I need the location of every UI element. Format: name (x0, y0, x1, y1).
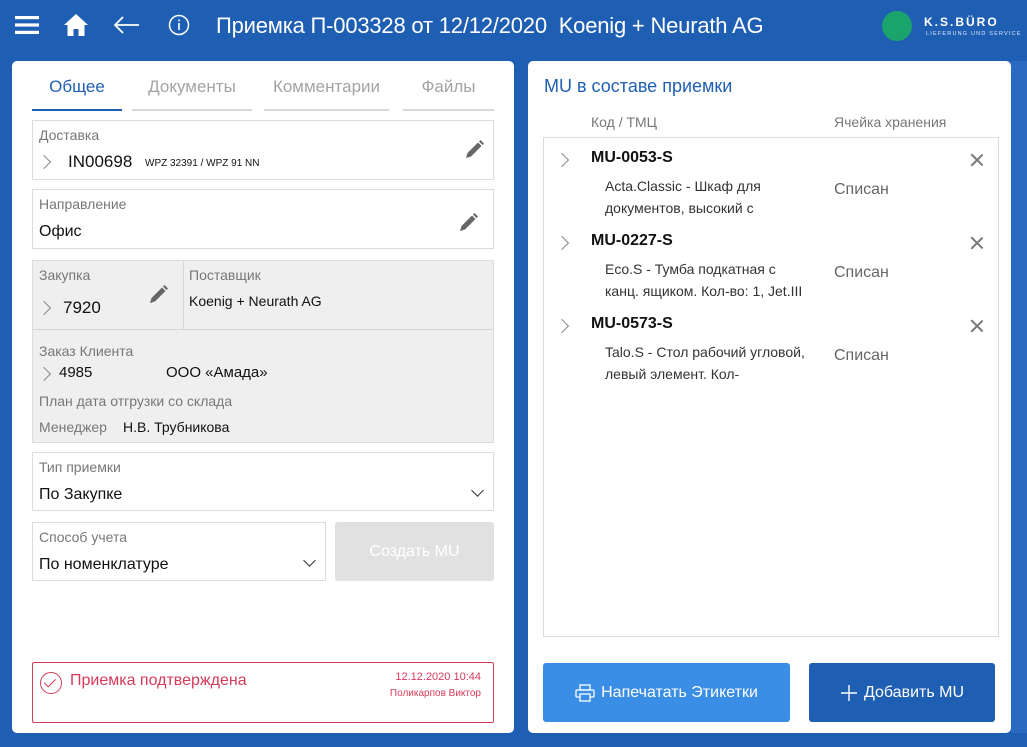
delivery-sub: WPZ 32391 / WPZ 91 NN (145, 158, 260, 169)
page-title: Приемка П-003328 от 12/12/2020 Koenig + … (216, 13, 764, 38)
pencil-icon[interactable] (457, 212, 479, 234)
print-labels-label: Напечатать Этикетки (601, 683, 758, 701)
accounting-method-value: По номенклатуре (39, 556, 169, 573)
print-labels-button[interactable]: Напечатать Этикетки (543, 663, 790, 722)
chevron-right-icon[interactable] (554, 318, 570, 334)
mu-panel: MU в составе приемки Код / ТМЦ Ячейка хр… (528, 61, 1011, 733)
tab-general[interactable]: Общее (32, 61, 122, 111)
close-icon[interactable] (969, 318, 985, 334)
add-mu-button[interactable]: Добавить MU (809, 663, 995, 722)
list-item[interactable]: MU-0053-S Acta.Classic - Шкаф для докуме… (544, 138, 998, 221)
chevron-right-icon[interactable] (36, 300, 52, 316)
mu-description: Eco.S - Тумба подкатная с канц. ящиком. … (605, 261, 803, 299)
chevron-right-icon[interactable] (36, 154, 52, 170)
close-icon[interactable] (969, 235, 985, 251)
receipt-type-select[interactable]: Тип приемки По Закупке (32, 452, 494, 511)
mu-code: MU-0573-S (591, 315, 673, 332)
column-header-cell: Ячейка хранения (834, 114, 947, 130)
logo-text: K.S.BÜRO (924, 15, 999, 29)
direction-label: Направление (39, 196, 127, 212)
direction-value: Офис (39, 223, 82, 240)
purchase-number[interactable]: 7920 (63, 298, 101, 318)
accounting-method-label: Способ учета (39, 529, 127, 545)
receipt-type-label: Тип приемки (39, 459, 121, 475)
list-item[interactable]: MU-0227-S Eco.S - Тумба подкатная с канц… (544, 221, 998, 304)
add-mu-label: Добавить MU (863, 683, 965, 701)
create-mu-button[interactable]: Создать MU (335, 522, 494, 581)
delivery-field: Доставка IN00698 WPZ 32391 / WPZ 91 NN (32, 120, 494, 180)
chevron-down-icon[interactable] (303, 554, 316, 567)
mu-code: MU-0053-S (591, 149, 673, 166)
mu-description: Talo.S - Стол рабочий угловой, левый эле… (605, 344, 805, 382)
tab-documents[interactable]: Документы (132, 61, 252, 111)
mu-storage-cell: Списан (834, 347, 889, 364)
chevron-right-icon[interactable] (36, 366, 52, 382)
status-confirmed-box: Приемка подтверждена 12.12.2020 10:44 По… (32, 662, 494, 723)
tab-comments[interactable]: Комментарии (264, 61, 389, 111)
mu-panel-title: MU в составе приемки (544, 76, 733, 96)
purchase-block: Закупка 7920 Поставщик Koenig + Neurath … (32, 260, 494, 443)
plus-icon (840, 684, 857, 701)
info-icon[interactable] (166, 10, 192, 40)
list-item[interactable]: MU-0573-S Talo.S - Стол рабочий угловой,… (544, 304, 998, 387)
purchase-label: Закупка (39, 267, 91, 283)
back-arrow-icon[interactable] (111, 10, 141, 40)
delivery-number[interactable]: IN00698 (68, 152, 132, 172)
menu-icon[interactable] (14, 10, 40, 40)
receipt-type-value: По Закупке (39, 486, 123, 503)
mu-storage-cell: Списан (834, 264, 889, 281)
manager-label: Менеджер (39, 419, 107, 435)
accounting-method-select[interactable]: Способ учета По номенклатуре (32, 522, 326, 581)
divider (183, 261, 184, 329)
printer-icon (575, 683, 595, 702)
window-edge (1011, 61, 1027, 733)
top-bar: Приемка П-003328 от 12/12/2020 Koenig + … (0, 0, 1027, 52)
supplier-value: Koenig + Neurath AG (189, 293, 322, 309)
status-datetime: 12.12.2020 10:44 (395, 671, 481, 683)
customer-order-number[interactable]: 4985 (59, 364, 92, 381)
status-user: Поликарпов Виктор (389, 688, 481, 699)
supplier-label: Поставщик (189, 267, 261, 283)
delivery-label: Доставка (39, 127, 100, 143)
tab-bar: Общее Документы Комментарии Файлы (32, 61, 494, 111)
logo-subtitle: Lieferung und Service (926, 31, 1022, 37)
chevron-right-icon[interactable] (554, 235, 570, 251)
divider (33, 329, 493, 330)
customer-order-label: Заказ Клиента (39, 343, 134, 359)
mu-storage-cell: Списан (834, 181, 889, 198)
pencil-icon[interactable] (463, 139, 485, 161)
status-text: Приемка подтверждена (70, 672, 247, 689)
chevron-down-icon[interactable] (471, 484, 484, 497)
mu-code: MU-0227-S (591, 232, 673, 249)
close-icon[interactable] (969, 152, 985, 168)
customer-name: ООО «Амада» (166, 364, 268, 381)
column-header-code: Код / ТМЦ (591, 114, 658, 130)
chevron-right-icon[interactable] (554, 152, 570, 168)
direction-field: Направление Офис (32, 189, 494, 249)
receipt-general-panel: Общее Документы Комментарии Файлы Достав… (12, 61, 514, 733)
ship-date-label: План дата отгрузки со склада (39, 393, 233, 409)
logo-mark (882, 11, 912, 41)
manager-value: Н.В. Трубникова (123, 419, 230, 435)
pencil-icon[interactable] (147, 284, 169, 306)
tab-files[interactable]: Файлы (403, 61, 494, 111)
mu-list: MU-0053-S Acta.Classic - Шкаф для докуме… (543, 137, 999, 637)
check-circle-icon (40, 672, 62, 694)
home-icon[interactable] (62, 10, 90, 40)
mu-description: Acta.Classic - Шкаф для документов, высо… (605, 178, 761, 216)
